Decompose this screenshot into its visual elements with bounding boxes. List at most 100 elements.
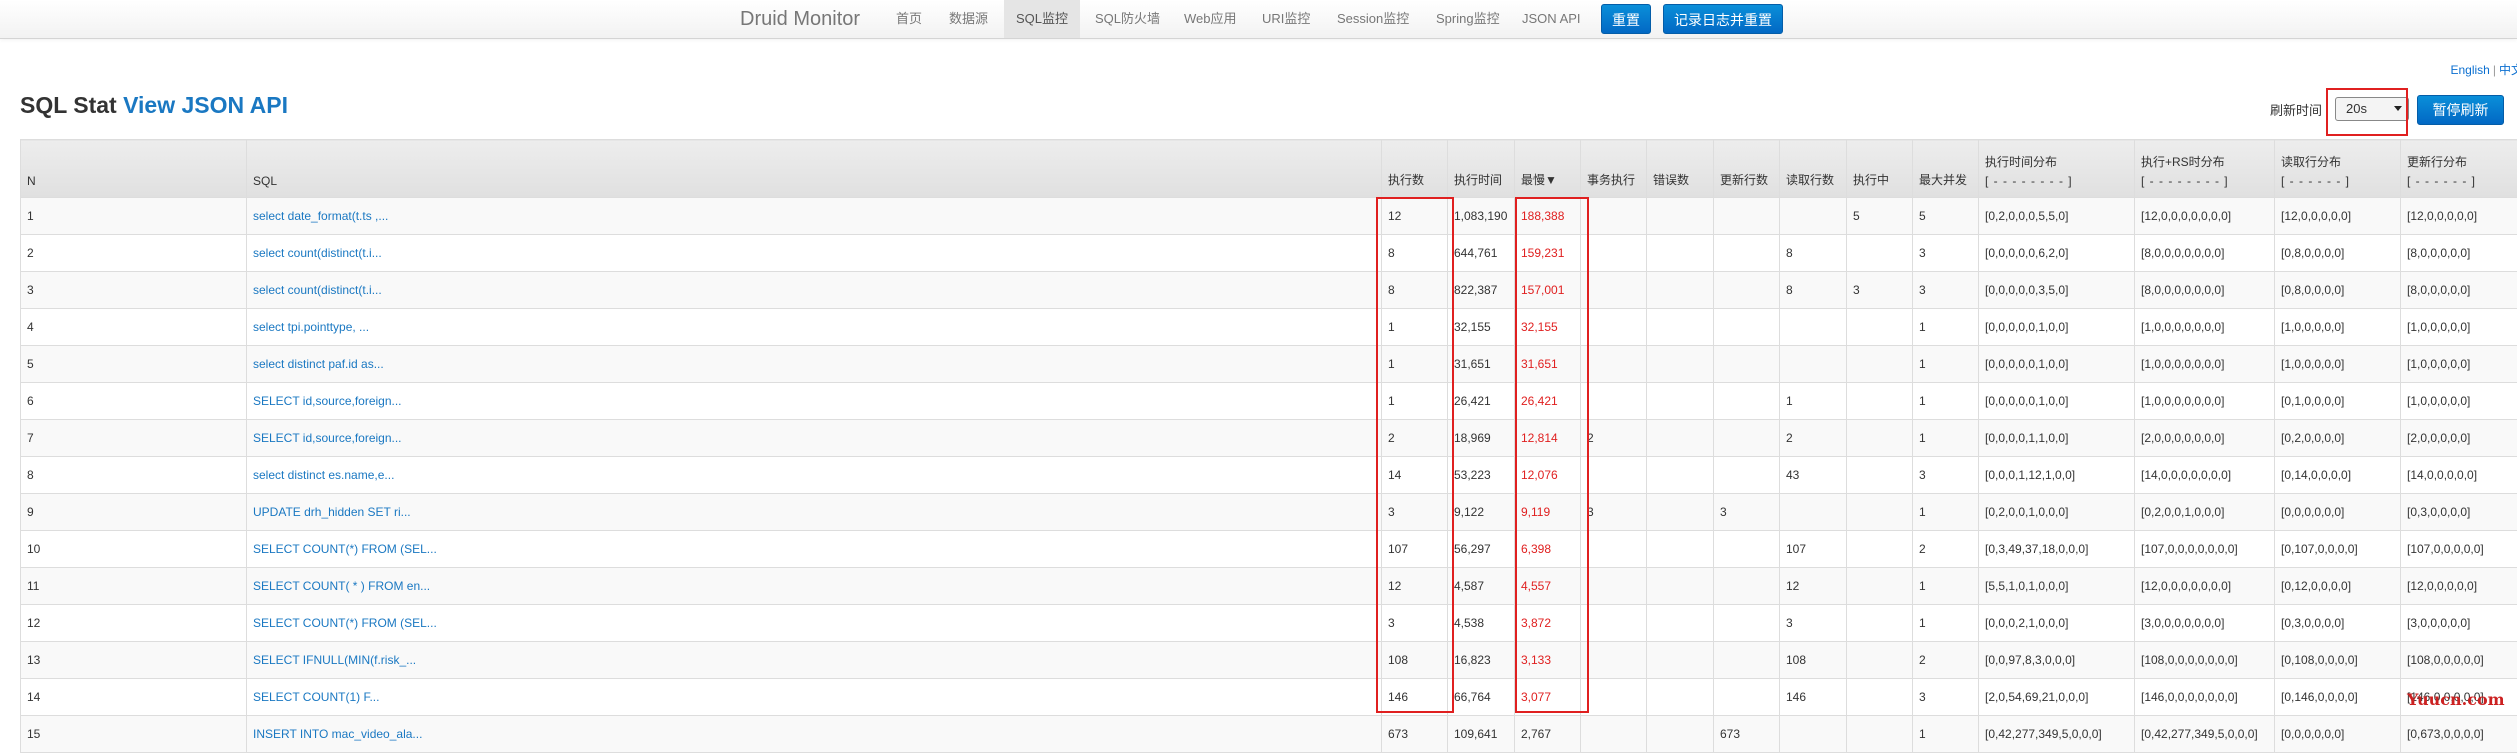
- cell-sql[interactable]: SELECT COUNT(1) F...: [246, 678, 1382, 716]
- cell-txn-exec: 2: [1580, 419, 1647, 457]
- col-header-label: 事务执行: [1587, 173, 1636, 187]
- cell-running: [1846, 308, 1913, 346]
- cell-sql[interactable]: SELECT COUNT(*) FROM (SEL...: [246, 604, 1382, 642]
- cell-sql[interactable]: select distinct paf.id as...: [246, 345, 1382, 383]
- cell-fetch-rows: 146: [1779, 678, 1847, 716]
- cell-txn-exec: [1580, 308, 1647, 346]
- nav-uri-monitor[interactable]: URI监控: [1250, 0, 1322, 38]
- col-header-update-row-histogram[interactable]: 更新行分布 [ - - - - - - ]: [2400, 139, 2517, 198]
- page-title-text: SQL Stat: [20, 92, 117, 118]
- cell-update-rows: [1713, 419, 1780, 457]
- cell-fetch-row-histogram: [0,146,0,0,0,0]: [2274, 678, 2401, 716]
- top-navbar: Druid Monitor 首页 数据源 SQL监控 SQL防火墙 Web应用 …: [0, 0, 2517, 39]
- nav-session-monitor[interactable]: Session监控: [1325, 0, 1421, 38]
- col-header-fetch-row-histogram[interactable]: 读取行分布 [ - - - - - - ]: [2274, 139, 2401, 198]
- cell-sql[interactable]: SELECT COUNT(*) FROM (SEL...: [246, 530, 1382, 568]
- table-row: 14 SELECT COUNT(1) F... 146 66,764 3,077 146 3…: [20, 678, 2517, 716]
- table-row: 11 SELECT COUNT( * ) FROM en... 12 4,587 4,5…: [20, 567, 2517, 605]
- cell-sql[interactable]: select count(distinct(t.i...: [246, 271, 1382, 309]
- cell-error-count: [1646, 419, 1714, 457]
- col-header-label: 读取行分布: [2281, 155, 2342, 169]
- cell-update-row-histogram: [1,0,0,0,0,0]: [2400, 308, 2517, 346]
- cell-fetch-rows: 8: [1779, 271, 1847, 309]
- cell-n: 4: [20, 308, 247, 346]
- col-header-slowest[interactable]: 最慢▼: [1514, 139, 1581, 198]
- cell-max-concurrent: 1: [1912, 604, 1979, 642]
- cell-sql[interactable]: SELECT id,source,foreign...: [246, 382, 1382, 420]
- cell-txn-exec: [1580, 715, 1647, 753]
- col-header-n[interactable]: N: [20, 139, 247, 198]
- cell-fetch-row-histogram: [1,0,0,0,0,0]: [2274, 308, 2401, 346]
- cell-error-count: [1646, 382, 1714, 420]
- cell-sql[interactable]: INSERT INTO mac_video_ala...: [246, 715, 1382, 753]
- cell-sql[interactable]: select date_format(t.ts ,...: [246, 197, 1382, 235]
- table-row: 13 SELECT IFNULL(MIN(f.risk_... 108 16,823 3…: [20, 641, 2517, 679]
- col-header-sublabel: [ - - - - - - - - ]: [2141, 174, 2229, 188]
- cell-max-concurrent: 2: [1912, 530, 1979, 568]
- cell-update-row-histogram: [3,0,0,0,0,0]: [2400, 604, 2517, 642]
- cell-max-concurrent: 1: [1912, 345, 1979, 383]
- cell-fetch-rows: 2: [1779, 419, 1847, 457]
- language-switch: English | 中文: [2451, 61, 2517, 78]
- cell-sql[interactable]: select distinct es.name,e...: [246, 456, 1382, 494]
- cell-sql[interactable]: SELECT id,source,foreign...: [246, 419, 1382, 457]
- col-header-error-count[interactable]: 错误数: [1646, 139, 1714, 198]
- cell-update-row-histogram: [1,0,0,0,0,0]: [2400, 382, 2517, 420]
- cell-txn-exec: [1580, 234, 1647, 272]
- col-header-label: 执行+RS时分布: [2141, 155, 2225, 169]
- col-header-sql[interactable]: SQL: [246, 139, 1382, 198]
- col-header-exec-rs-histogram[interactable]: 执行+RS时分布 [ - - - - - - - - ]: [2134, 139, 2275, 198]
- brand-title[interactable]: Druid Monitor: [740, 0, 860, 38]
- table-row: 7 SELECT id,source,foreign... 2 18,969 12,81…: [20, 419, 2517, 457]
- col-header-exec-count[interactable]: 执行数: [1381, 139, 1448, 198]
- col-header-txn-exec[interactable]: 事务执行: [1580, 139, 1647, 198]
- cell-exec-rs-histogram: [2,0,0,0,0,0,0,0]: [2134, 419, 2275, 457]
- cell-exec-time: 16,823: [1447, 641, 1515, 679]
- lang-chinese-link[interactable]: 中文: [2499, 63, 2517, 77]
- cell-update-rows: [1713, 567, 1780, 605]
- nav-sql-firewall[interactable]: SQL防火墙: [1083, 0, 1172, 38]
- col-header-running[interactable]: 执行中: [1846, 139, 1913, 198]
- reset-button[interactable]: 重置: [1601, 4, 1651, 34]
- col-header-max-concurrent[interactable]: 最大并发: [1912, 139, 1979, 198]
- nav-web-app[interactable]: Web应用: [1172, 0, 1249, 38]
- col-header-fetch-rows[interactable]: 读取行数: [1779, 139, 1847, 198]
- cell-max-concurrent: 3: [1912, 456, 1979, 494]
- refresh-interval-label: 刷新时间: [2270, 103, 2323, 118]
- cell-update-row-histogram: [12,0,0,0,0,0]: [2400, 197, 2517, 235]
- cell-fetch-row-histogram: [12,0,0,0,0,0]: [2274, 197, 2401, 235]
- cell-fetch-rows: [1779, 715, 1847, 753]
- cell-exec-rs-histogram: [108,0,0,0,0,0,0,0]: [2134, 641, 2275, 679]
- nav-home[interactable]: 首页: [884, 0, 934, 38]
- col-header-exec-time[interactable]: 执行时间: [1447, 139, 1515, 198]
- reset-log-button[interactable]: 记录日志并重置: [1663, 4, 1783, 34]
- cell-sql[interactable]: SELECT COUNT( * ) FROM en...: [246, 567, 1382, 605]
- table-row: 10 SELECT COUNT(*) FROM (SEL... 107 56,297 6…: [20, 530, 2517, 568]
- nav-sql-monitor[interactable]: SQL监控: [1004, 0, 1081, 38]
- cell-fetch-row-histogram: [0,2,0,0,0,0]: [2274, 419, 2401, 457]
- nav-datasource[interactable]: 数据源: [937, 0, 1000, 38]
- cell-update-rows: [1713, 345, 1780, 383]
- pause-refresh-button[interactable]: 暂停刷新: [2417, 95, 2504, 125]
- cell-n: 11: [20, 567, 247, 605]
- cell-sql[interactable]: select count(distinct(t.i...: [246, 234, 1382, 272]
- lang-english-link[interactable]: English: [2451, 63, 2490, 77]
- cell-exec-rs-histogram: [14,0,0,0,0,0,0,0]: [2134, 456, 2275, 494]
- cell-sql[interactable]: select tpi.pointtype, ...: [246, 308, 1382, 346]
- cell-exec-histogram: [0,0,97,8,3,0,0,0]: [1978, 641, 2135, 679]
- nav-spring-monitor[interactable]: Spring监控: [1424, 0, 1512, 38]
- cell-running: [1846, 493, 1913, 531]
- sql-stat-table: N SQL 执行数 执行时间 最慢▼ 事务执行 错误数 更新行数 读取行数 执行中 最大并发 执行时间…: [20, 139, 2517, 753]
- cell-n: 14: [20, 678, 247, 716]
- cell-sql[interactable]: SELECT IFNULL(MIN(f.risk_...: [246, 641, 1382, 679]
- col-header-exec-histogram[interactable]: 执行时间分布 [ - - - - - - - - ]: [1978, 139, 2135, 198]
- cell-exec-histogram: [2,0,54,69,21,0,0,0]: [1978, 678, 2135, 716]
- cell-sql[interactable]: UPDATE drh_hidden SET ri...: [246, 493, 1382, 531]
- view-json-api-link[interactable]: View JSON API: [123, 92, 288, 118]
- col-header-label: 最慢▼: [1521, 173, 1557, 187]
- col-header-update-rows[interactable]: 更新行数: [1713, 139, 1780, 198]
- cell-fetch-rows: 1: [1779, 382, 1847, 420]
- nav-json-api[interactable]: JSON API: [1510, 0, 1593, 38]
- cell-n: 2: [20, 234, 247, 272]
- cell-exec-time: 18,969: [1447, 419, 1515, 457]
